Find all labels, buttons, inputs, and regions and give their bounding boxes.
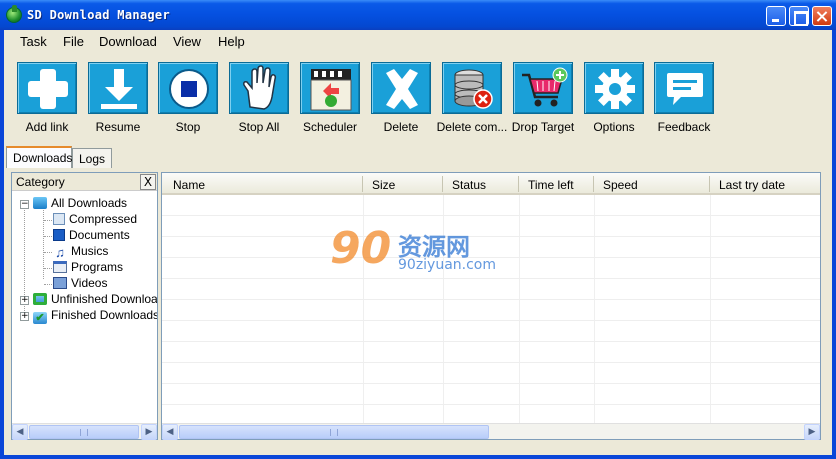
hand-icon	[229, 62, 289, 114]
add-link-button[interactable]: Add link	[12, 60, 82, 138]
column-size[interactable]: Size	[372, 178, 395, 192]
tree-node-videos[interactable]: Videos	[53, 276, 107, 292]
tree-label-programs: Programs	[71, 260, 124, 274]
feedback-button[interactable]: Feedback	[649, 60, 719, 138]
delete-completed-button[interactable]: Delete com...	[437, 60, 507, 138]
program-window-icon	[53, 261, 67, 273]
archive-icon	[53, 213, 65, 225]
watermark-number: 90	[330, 223, 392, 274]
watermark-url: 90ziyuan.com	[398, 257, 497, 273]
shopping-cart-icon	[513, 62, 573, 114]
tree-label-musics: Musics	[71, 244, 109, 258]
tree-label-videos: Videos	[71, 276, 108, 290]
delete-completed-label: Delete com...	[436, 120, 508, 134]
tree-label-finished: Finished Downloads	[51, 308, 157, 322]
plus-icon	[17, 62, 77, 114]
music-note-icon: ♫	[55, 245, 65, 260]
stop-button[interactable]: Stop	[153, 60, 223, 138]
column-last-try-date[interactable]: Last try date	[719, 178, 785, 192]
menu-download[interactable]: Download	[99, 34, 157, 49]
delete-label: Delete	[383, 120, 419, 134]
category-hscroll[interactable]: ◀ ▶	[12, 423, 157, 440]
menu-task[interactable]: Task	[20, 34, 47, 49]
tree-node-unfinished[interactable]: Unfinished Downloads	[33, 292, 157, 308]
tree-node-musics[interactable]: ♫ Musics	[53, 244, 108, 260]
tree-label-documents: Documents	[69, 228, 130, 242]
tree-node-programs[interactable]: Programs	[53, 260, 123, 276]
maximize-button[interactable]	[789, 6, 809, 26]
column-time-left[interactable]: Time left	[528, 178, 574, 192]
tab-downloads[interactable]: Downloads	[6, 146, 72, 168]
finished-folder-icon: ✔	[33, 312, 47, 324]
tree-label-all-downloads: All Downloads	[51, 196, 128, 210]
stop-label: Stop	[175, 120, 201, 134]
scheduler-button[interactable]: Scheduler	[295, 60, 365, 138]
download-arrow-icon	[88, 62, 148, 114]
tree-node-all-downloads[interactable]: All Downloads	[33, 196, 127, 212]
options-button[interactable]: Options	[579, 60, 649, 138]
downloads-panel: Name Size Status Time left Speed Last tr…	[161, 172, 821, 440]
calendar-icon	[300, 62, 360, 114]
category-tree: − All Downloads Compressed Documents ♫ Mu…	[12, 193, 157, 423]
client-area: Task File Download View Help Add link Re…	[4, 30, 832, 455]
add-link-label: Add link	[25, 120, 69, 134]
gear-icon	[584, 62, 644, 114]
column-speed[interactable]: Speed	[603, 178, 638, 192]
toolbar: Add link Resume Stop Stop All Scheduler …	[4, 57, 832, 137]
tree-node-finished[interactable]: ✔ Finished Downloads	[33, 308, 157, 324]
expand-unfinished[interactable]: +	[20, 296, 29, 305]
grid-scroll-thumb[interactable]	[179, 425, 489, 439]
category-title: Category	[16, 175, 65, 189]
app-icon	[6, 5, 22, 23]
menu-file[interactable]: File	[63, 34, 84, 49]
feedback-label: Feedback	[657, 120, 711, 134]
stop-all-label: Stop All	[238, 120, 280, 134]
folder-globe-icon	[33, 197, 47, 209]
scheduler-label: Scheduler	[302, 120, 358, 134]
menu-bar: Task File Download View Help	[4, 30, 832, 52]
expand-all-downloads[interactable]: −	[20, 200, 29, 209]
resume-button[interactable]: Resume	[83, 60, 153, 138]
watermark: 90 资源网 90ziyuan.com	[330, 223, 510, 274]
minimize-button[interactable]	[766, 6, 786, 26]
column-status[interactable]: Status	[452, 178, 486, 192]
speech-bubble-icon	[654, 62, 714, 114]
stop-all-button[interactable]: Stop All	[224, 60, 294, 138]
category-scroll-thumb[interactable]	[29, 425, 139, 439]
delete-x-icon	[371, 62, 431, 114]
drop-target-label: Drop Target	[511, 120, 575, 134]
menu-help[interactable]: Help	[218, 34, 245, 49]
scroll-right-arrow[interactable]: ▶	[141, 424, 157, 440]
grid-hscroll[interactable]: ◀ ▶	[162, 423, 820, 440]
close-button[interactable]	[812, 6, 832, 26]
app-window: SD Download Manager Task File Download V…	[0, 0, 836, 459]
stop-icon	[158, 62, 218, 114]
menu-view[interactable]: View	[173, 34, 201, 49]
tree-label-compressed: Compressed	[69, 212, 138, 226]
column-name[interactable]: Name	[173, 178, 205, 192]
category-close-button[interactable]: X	[140, 174, 156, 190]
tree-label-unfinished: Unfinished Downloads	[51, 292, 157, 306]
tree-node-documents[interactable]: Documents	[53, 228, 130, 244]
downloads-grid[interactable]: 90 资源网 90ziyuan.com	[162, 195, 820, 423]
database-delete-icon	[442, 62, 502, 114]
tree-node-compressed[interactable]: Compressed	[53, 212, 137, 228]
unfinished-folder-icon	[33, 293, 47, 305]
drop-target-button[interactable]: Drop Target	[508, 60, 578, 138]
category-panel: Category X − All Downloads Compressed Do…	[11, 172, 158, 440]
grid-scroll-left-arrow[interactable]: ◀	[162, 424, 178, 440]
video-icon	[53, 277, 67, 289]
scroll-left-arrow[interactable]: ◀	[12, 424, 28, 440]
title-bar[interactable]: SD Download Manager	[0, 0, 836, 30]
tab-logs[interactable]: Logs	[72, 148, 112, 168]
grid-header: Name Size Status Time left Speed Last tr…	[162, 173, 820, 195]
delete-button[interactable]: Delete	[366, 60, 436, 138]
grid-scroll-right-arrow[interactable]: ▶	[804, 424, 820, 440]
expand-finished[interactable]: +	[20, 312, 29, 321]
category-header: Category X	[12, 173, 157, 191]
window-title: SD Download Manager	[27, 8, 170, 22]
document-icon	[53, 229, 65, 241]
